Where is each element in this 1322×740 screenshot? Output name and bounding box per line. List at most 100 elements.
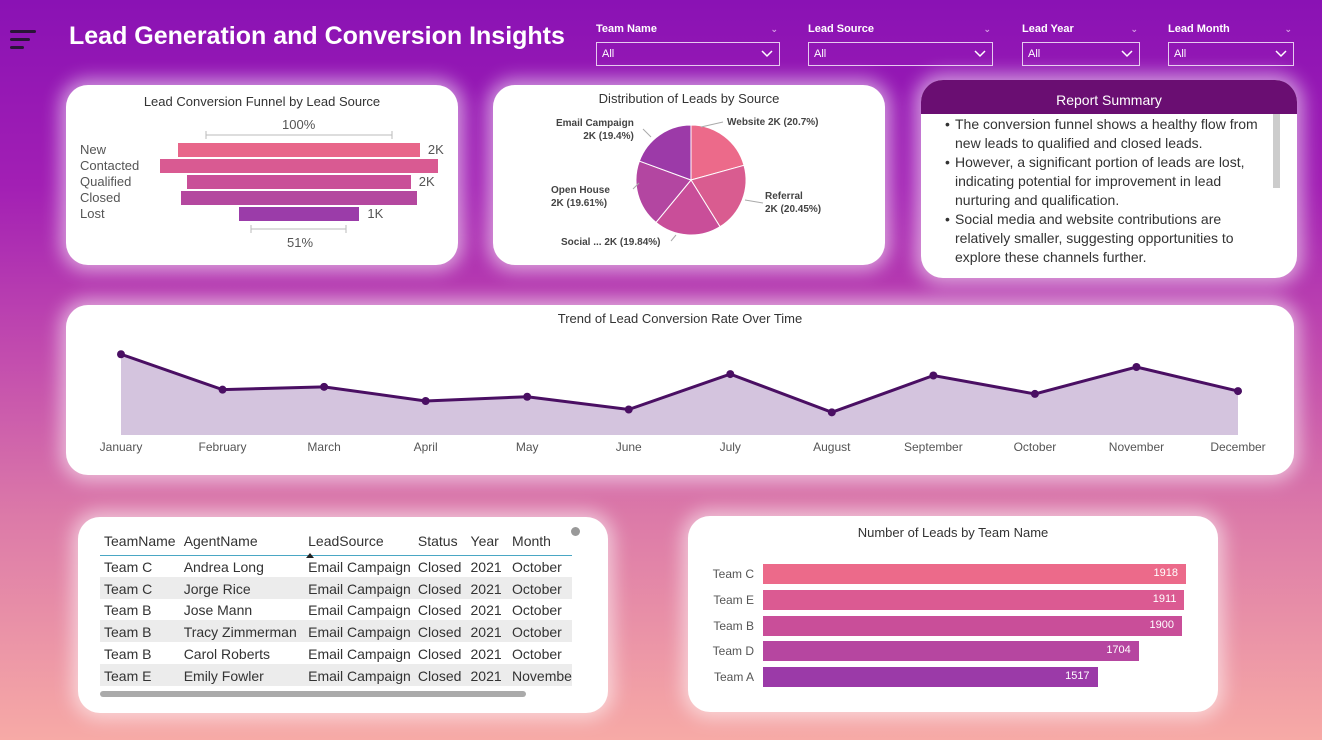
lead-source-dropdown[interactable]: All bbox=[808, 42, 993, 66]
filter-label: Lead Year bbox=[1022, 23, 1074, 35]
trend-point[interactable] bbox=[421, 397, 430, 405]
pie-leader-line bbox=[700, 121, 724, 128]
filter-value: All bbox=[1174, 48, 1187, 60]
team-bar-card: Number of Leads by Team Name Team C 1918 T… bbox=[688, 516, 1218, 712]
pie-label-line: Email Campaign bbox=[556, 118, 634, 129]
pie-leader-line bbox=[642, 128, 652, 138]
team-bar-value-label: 1704 bbox=[1106, 644, 1131, 657]
table-cell: October bbox=[512, 559, 562, 576]
team-bar[interactable]: 1704 bbox=[763, 641, 1139, 662]
trend-point[interactable] bbox=[320, 382, 329, 391]
table-cell: Team B bbox=[100, 620, 180, 643]
trend-x-tick-label: September bbox=[904, 440, 963, 454]
column-header[interactable]: Month bbox=[508, 517, 572, 556]
table-cell: Email Campaign bbox=[308, 559, 411, 576]
pie-leader-line bbox=[744, 199, 764, 204]
table-cell: Team B bbox=[104, 646, 152, 663]
summary-list: The conversion funnel shows a healthy fl… bbox=[945, 115, 1275, 267]
filter-label: Team Name bbox=[596, 23, 657, 35]
hamburger-menu-icon[interactable] bbox=[10, 30, 36, 52]
team-bar-chart: Team C 1918 Team E 1911 Team B 1900 Team D 1704… bbox=[688, 516, 1218, 712]
team-name-dropdown[interactable]: All bbox=[596, 42, 780, 66]
team-bar-category-label: Team C bbox=[712, 567, 754, 581]
filter-value: All bbox=[814, 48, 827, 60]
funnel-bars: 2K 2K 1K bbox=[66, 142, 458, 224]
table-cell: Carol Roberts bbox=[183, 646, 271, 663]
table-row[interactable]: Team C Andrea Long Email Campaign Closed 202… bbox=[100, 555, 572, 577]
trend-point[interactable] bbox=[726, 370, 735, 379]
trend-x-tick-label: August bbox=[813, 440, 851, 454]
table-row[interactable]: Team E Emily Fowler Email Campaign Closed 20… bbox=[100, 663, 572, 686]
leads-table: TeamName AgentName LeadSource Status Year Mon… bbox=[100, 517, 572, 686]
team-bar[interactable]: 1911 bbox=[763, 589, 1185, 610]
filter-label: Lead Month bbox=[1168, 23, 1230, 35]
column-header[interactable]: LeadSource bbox=[304, 517, 414, 558]
trend-x-tick-label: February bbox=[198, 440, 247, 454]
lead-month-dropdown[interactable]: All bbox=[1168, 42, 1294, 66]
filter-label: Lead Source bbox=[808, 23, 875, 35]
funnel-bar[interactable] bbox=[187, 175, 411, 189]
trend-point[interactable] bbox=[624, 405, 633, 414]
table-cell: 2021 bbox=[466, 576, 509, 599]
table-cell: Email Campaign bbox=[308, 602, 411, 619]
trend-point[interactable] bbox=[1030, 389, 1039, 398]
trend-point[interactable] bbox=[218, 385, 227, 394]
team-bar-category-label: Team A bbox=[713, 670, 754, 685]
chevron-down-icon bbox=[974, 50, 986, 58]
funnel-top-percent: 100% bbox=[282, 117, 316, 132]
sort-ascending-icon[interactable] bbox=[306, 553, 315, 558]
trend-point[interactable] bbox=[117, 350, 125, 359]
column-header-label: Year bbox=[470, 533, 499, 549]
pie-label-referral: Referral 2K (20.45%) bbox=[765, 190, 821, 216]
column-header[interactable]: Status bbox=[413, 517, 467, 556]
table-cell: 2021 bbox=[470, 559, 502, 576]
column-header-label: AgentName bbox=[183, 533, 258, 549]
table-row[interactable]: Team B Carol Roberts Email Campaign Closed 2… bbox=[100, 642, 572, 664]
funnel-bar[interactable] bbox=[178, 143, 420, 157]
chevron-down-icon: ⌄ bbox=[983, 24, 991, 34]
funnel-bar[interactable] bbox=[181, 191, 417, 205]
trend-point[interactable] bbox=[1132, 363, 1141, 371]
column-header-label: Month bbox=[512, 533, 551, 549]
team-bar[interactable]: 1918 bbox=[763, 564, 1186, 584]
trend-point[interactable] bbox=[1234, 387, 1242, 396]
trend-point[interactable] bbox=[827, 408, 836, 417]
trend-point[interactable] bbox=[523, 392, 532, 401]
table-cell: Jorge Rice bbox=[179, 576, 305, 599]
trend-point[interactable] bbox=[929, 371, 938, 380]
trend-x-tick-label: October bbox=[1013, 440, 1057, 454]
team-bar-value-label: 1918 bbox=[1153, 567, 1178, 579]
column-header-label: LeadSource bbox=[308, 533, 384, 549]
column-header[interactable]: TeamName bbox=[100, 517, 180, 556]
trend-x-tick-label: May bbox=[515, 440, 539, 454]
filter-lead-source[interactable]: Lead Source ⌄ All bbox=[808, 20, 993, 66]
filter-lead-month[interactable]: Lead Month ⌄ All bbox=[1168, 20, 1294, 66]
pie-label-social: Social ... 2K (19.84%) bbox=[561, 237, 661, 248]
lead-year-dropdown[interactable]: All bbox=[1022, 42, 1140, 66]
table-horizontal-scrollbar[interactable] bbox=[100, 691, 526, 697]
table-card: TeamName AgentName LeadSource Status Year Mon… bbox=[78, 517, 608, 713]
funnel-bar[interactable] bbox=[238, 207, 360, 221]
table-cell: Closed bbox=[417, 646, 462, 663]
team-bar-category-label: Team D bbox=[712, 644, 754, 659]
funnel-bar[interactable] bbox=[160, 159, 438, 173]
team-bar[interactable]: 1900 bbox=[763, 615, 1183, 636]
chevron-down-icon: ⌄ bbox=[1284, 24, 1292, 34]
table-vertical-scrollbar[interactable] bbox=[571, 527, 580, 536]
column-header[interactable]: Year bbox=[466, 517, 509, 556]
summary-scrollbar[interactable] bbox=[1273, 114, 1280, 188]
table-row[interactable]: Team B Jose Mann Email Campaign Closed 2021 O… bbox=[100, 599, 572, 621]
filter-lead-year[interactable]: Lead Year ⌄ All bbox=[1022, 20, 1140, 66]
table-row[interactable]: Team C Jorge Rice Email Campaign Closed 2021… bbox=[100, 576, 572, 599]
summary-point: Social media and website contributions a… bbox=[945, 210, 1275, 267]
column-header[interactable]: AgentName bbox=[179, 517, 305, 556]
pie-label-line: Open House bbox=[551, 185, 610, 196]
team-bar-value-label: 1911 bbox=[1152, 592, 1177, 605]
table-row[interactable]: Team B Tracy Zimmerman Email Campaign Close… bbox=[100, 620, 572, 643]
filter-team-name[interactable]: Team Name ⌄ All bbox=[596, 20, 780, 66]
table-cell: Closed bbox=[417, 559, 462, 576]
team-bar[interactable]: 1517 bbox=[763, 667, 1098, 688]
table-cell: Email Campaign bbox=[304, 576, 414, 599]
trend-area bbox=[121, 354, 1238, 435]
chevron-down-icon: ⌄ bbox=[1130, 24, 1138, 34]
